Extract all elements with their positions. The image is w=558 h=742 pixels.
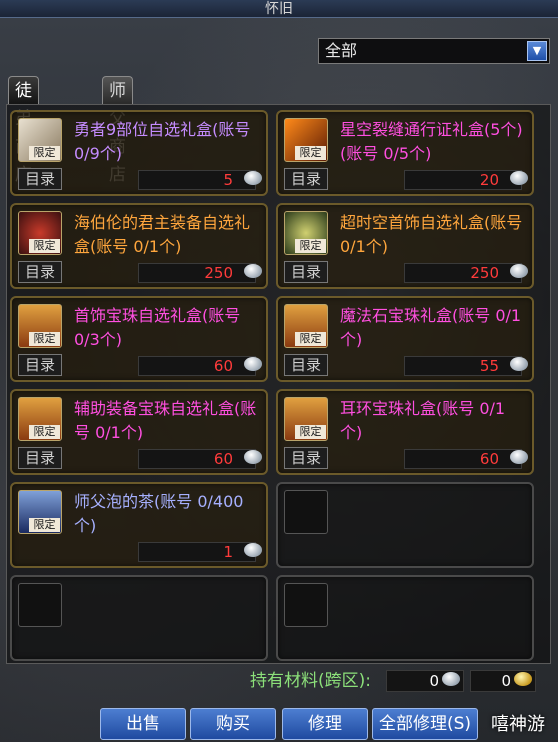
item-name: 海伯伦的君主装备自选礼盒(账号 0/1个) <box>74 213 251 256</box>
limited-tag: 限定 <box>29 146 60 160</box>
item-price: 250 <box>404 263 522 283</box>
limited-tag: 限定 <box>29 332 60 346</box>
shop-item-card[interactable]: 限定 超时空首饰自选礼盒(账号 0/1个) 目录 250 <box>276 203 534 289</box>
empty-slot-icon <box>284 583 328 627</box>
limited-tag: 限定 <box>29 518 60 532</box>
item-price: 1 <box>138 542 256 562</box>
material-coin-icon <box>244 450 262 464</box>
catalog-button[interactable]: 目录 <box>18 354 62 376</box>
item-price: 60 <box>138 449 256 469</box>
gift-box-icon: 限定 <box>284 211 328 255</box>
repair-all-button[interactable]: 全部修理(S) <box>372 708 478 740</box>
catalog-button[interactable]: 目录 <box>284 168 328 190</box>
treasure-chest-icon: 限定 <box>18 304 62 348</box>
material-coin-icon <box>244 264 262 278</box>
tab-disciple-shop[interactable]: 徒弟商店 <box>8 76 39 185</box>
catalog-button[interactable]: 目录 <box>18 261 62 283</box>
item-price: 60 <box>138 356 256 376</box>
sell-button[interactable]: 出售 <box>100 708 186 740</box>
buy-button[interactable]: 购买 <box>190 708 276 740</box>
shop-item-card[interactable]: 限定 师父泡的茶(账号 0/400个) 1 <box>10 482 268 568</box>
catalog-button[interactable]: 目录 <box>284 447 328 469</box>
item-price: 5 <box>138 170 256 190</box>
item-price: 60 <box>404 449 522 469</box>
item-name: 首饰宝珠自选礼盒(账号 0/3个) <box>74 306 241 349</box>
catalog-button[interactable]: 目录 <box>18 447 62 469</box>
material-coin-icon <box>244 357 262 371</box>
shop-item-card[interactable]: 限定 首饰宝珠自选礼盒(账号 0/3个) 目录 60 <box>10 296 268 382</box>
gold-coin-icon <box>514 672 532 686</box>
catalog-button[interactable]: 目录 <box>18 168 62 190</box>
tab-master-shop[interactable]: 师父商店 <box>102 76 133 185</box>
material-coin-icon <box>510 264 528 278</box>
empty-slot-icon <box>284 490 328 534</box>
shop-item-card[interactable]: 限定 星空裂缝通行证礼盒(5个)(账号 0/5个) 目录 20 <box>276 110 534 196</box>
material-coin-icon <box>244 543 262 557</box>
empty-slot-icon <box>18 583 62 627</box>
shop-item-card[interactable]: 限定 勇者9部位自选礼盒(账号 0/9个) 目录 5 <box>10 110 268 196</box>
treasure-chest-icon: 限定 <box>18 397 62 441</box>
shop-item-card[interactable]: 限定 海伯伦的君主装备自选礼盒(账号 0/1个) 目录 250 <box>10 203 268 289</box>
material-coin-icon <box>442 672 460 686</box>
gift-box-icon: 限定 <box>18 118 62 162</box>
gift-box-icon: 限定 <box>18 211 62 255</box>
item-name: 辅助装备宝珠自选礼盒(账号 0/1个) <box>74 399 257 442</box>
shop-item-card[interactable]: 限定 辅助装备宝珠自选礼盒(账号 0/1个) 目录 60 <box>10 389 268 475</box>
pass-box-icon: 限定 <box>284 118 328 162</box>
category-dropdown[interactable]: 全部 ▼ <box>318 38 550 64</box>
shop-item-card[interactable]: 限定 耳环宝珠礼盒(账号 0/1个) 目录 60 <box>276 389 534 475</box>
item-name: 勇者9部位自选礼盒(账号 0/9个) <box>74 120 251 163</box>
treasure-chest-icon: 限定 <box>284 397 328 441</box>
limited-tag: 限定 <box>295 239 326 253</box>
item-price: 55 <box>404 356 522 376</box>
item-name: 魔法石宝珠礼盒(账号 0/1个) <box>340 306 522 349</box>
limited-tag: 限定 <box>295 332 326 346</box>
empty-item-slot <box>276 482 534 568</box>
watermark-logo: 嘻神游 <box>491 714 545 735</box>
catalog-button[interactable]: 目录 <box>284 261 328 283</box>
item-name: 星空裂缝通行证礼盒(5个)(账号 0/5个) <box>340 120 523 163</box>
material-coin-icon <box>510 357 528 371</box>
category-selected: 全部 <box>325 41 358 60</box>
material-coin-icon <box>510 171 528 185</box>
chevron-down-icon[interactable]: ▼ <box>527 41 547 61</box>
item-price: 250 <box>138 263 256 283</box>
repair-button[interactable]: 修理 <box>282 708 368 740</box>
limited-tag: 限定 <box>29 425 60 439</box>
shop-item-card[interactable]: 限定 魔法石宝珠礼盒(账号 0/1个) 目录 55 <box>276 296 534 382</box>
item-name: 超时空首饰自选礼盒(账号 0/1个) <box>340 213 523 256</box>
item-name: 耳环宝珠礼盒(账号 0/1个) <box>340 399 506 442</box>
tea-cup-icon: 限定 <box>18 490 62 534</box>
item-price: 20 <box>404 170 522 190</box>
catalog-button[interactable]: 目录 <box>284 354 328 376</box>
limited-tag: 限定 <box>29 239 60 253</box>
empty-item-slot <box>276 575 534 661</box>
item-name: 师父泡的茶(账号 0/400个) <box>74 492 244 535</box>
empty-item-slot <box>10 575 268 661</box>
window-title: 怀旧 <box>0 0 558 18</box>
treasure-chest-icon: 限定 <box>284 304 328 348</box>
limited-tag: 限定 <box>295 146 326 160</box>
material-coin-icon <box>244 171 262 185</box>
material-coin-icon <box>510 450 528 464</box>
limited-tag: 限定 <box>295 425 326 439</box>
holding-label: 持有材料(跨区): <box>250 671 371 691</box>
